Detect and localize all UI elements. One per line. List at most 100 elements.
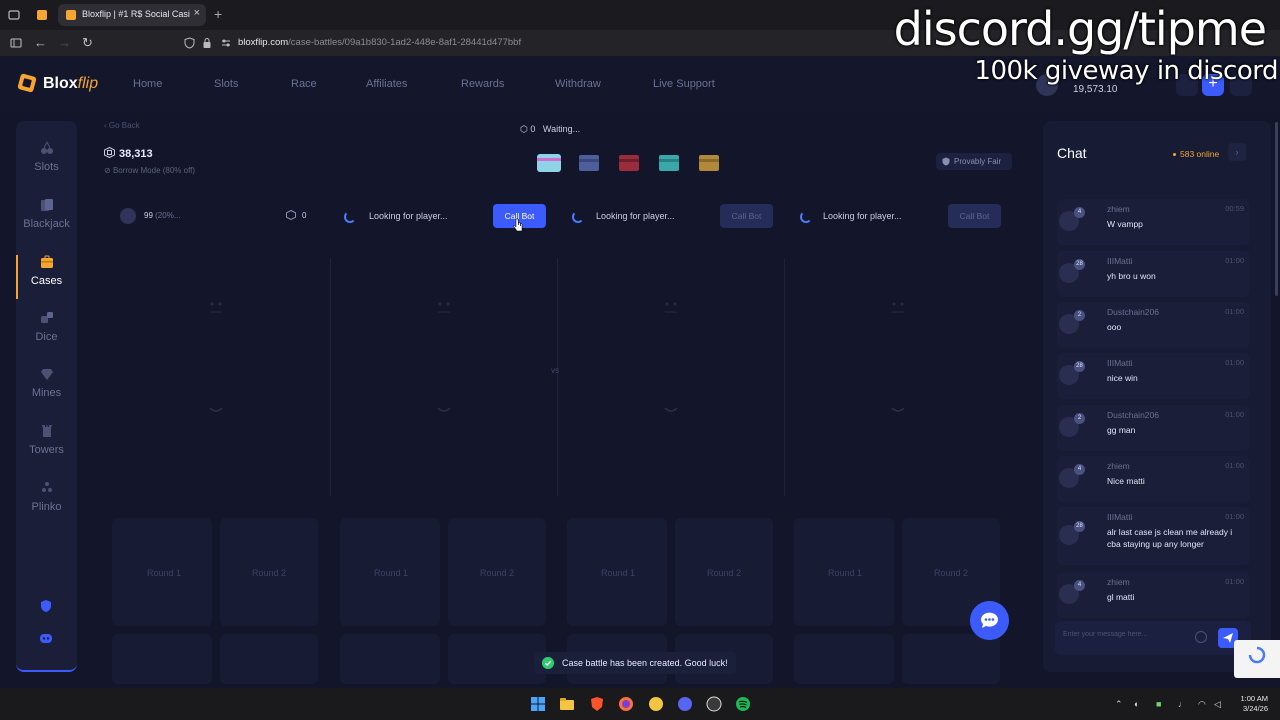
lock-icon: [203, 38, 211, 48]
sidebar-label-dice: Dice: [35, 331, 58, 343]
level-badge: 2: [1074, 310, 1085, 321]
tab-actions-icon[interactable]: [7, 8, 21, 22]
case-thumbnail-3[interactable]: [614, 146, 644, 176]
sidebar-item-blackjack[interactable]: Blackjack: [16, 198, 77, 248]
shield-icon[interactable]: [184, 37, 195, 49]
bloxflip-logo-icon[interactable]: [16, 72, 38, 94]
nav-withdraw[interactable]: Withdraw: [555, 78, 601, 90]
call-bot-button-4[interactable]: Call Bot: [948, 204, 1001, 228]
nav-rewards[interactable]: Rewards: [461, 78, 504, 90]
round-status: ⬡ 0 Waiting...: [520, 124, 580, 135]
round-label: Round 1: [374, 568, 409, 578]
chat-message-input[interactable]: [1063, 631, 1193, 638]
tray-app-icon[interactable]: ■: [1156, 699, 1161, 709]
borrow-mode-text: Borrow Mode (80% off): [112, 166, 196, 175]
nav-affiliates[interactable]: Affiliates: [366, 78, 407, 90]
sidebar-item-dice[interactable]: Dice: [16, 311, 77, 361]
windows-start-icon[interactable]: [530, 696, 546, 712]
volume-icon[interactable]: ◁: [1214, 699, 1221, 710]
page-scrollbar[interactable]: [1275, 122, 1278, 296]
chat-username[interactable]: zhiem: [1107, 577, 1130, 587]
sidebar-item-cases[interactable]: Cases: [16, 255, 77, 305]
sidebar-item-towers[interactable]: Towers: [16, 424, 77, 474]
nav-slots[interactable]: Slots: [214, 78, 238, 90]
brave-browser-icon[interactable]: [589, 696, 605, 712]
discord-taskbar-icon[interactable]: [677, 696, 693, 712]
spotify-icon[interactable]: [735, 696, 751, 712]
logo-main-text: Blox: [43, 75, 78, 92]
provably-fair-label: Provably Fair: [954, 157, 1002, 166]
tray-overflow-icon[interactable]: ⌃: [1115, 699, 1123, 710]
chat-username[interactable]: Dustchain206: [1107, 307, 1159, 317]
new-tab-icon[interactable]: +: [214, 6, 222, 22]
back-arrow-icon[interactable]: ←: [34, 35, 47, 50]
tab-bloxflip[interactable]: Bloxflip | #1 R$ Social Casino & ×: [58, 4, 206, 26]
obs-icon[interactable]: [706, 696, 722, 712]
provably-fair-button[interactable]: Provably Fair: [936, 153, 1012, 170]
go-back-link[interactable]: ‹ Go Back: [104, 121, 140, 130]
placeholder-face-icon: [891, 407, 905, 412]
support-chat-button[interactable]: [970, 601, 1009, 640]
firefox-icon[interactable]: [618, 696, 634, 712]
chat-username[interactable]: IIIMatti: [1107, 256, 1133, 266]
forward-arrow-icon[interactable]: →: [58, 35, 71, 50]
round-label: Round 2: [252, 568, 287, 578]
microphone-icon[interactable]: ♩: [1178, 699, 1187, 709]
call-bot-button-3[interactable]: Call Bot: [720, 204, 773, 228]
app-icon[interactable]: [648, 696, 664, 712]
chat-username[interactable]: zhiem: [1107, 204, 1130, 214]
column-divider: [330, 258, 331, 496]
chat-username[interactable]: Dustchain206: [1107, 410, 1159, 420]
recaptcha-badge[interactable]: [1234, 640, 1280, 678]
round-card: [448, 634, 546, 684]
close-tab-icon[interactable]: ×: [194, 7, 200, 19]
chat-title: Chat: [1057, 145, 1087, 161]
looking-for-player-3: Looking for player...: [596, 211, 675, 221]
bloxflip-favicon: [66, 10, 76, 20]
case-thumbnail-4[interactable]: [654, 146, 684, 176]
round-label: Round 1: [828, 568, 863, 578]
nav-race[interactable]: Race: [291, 78, 317, 90]
level-badge: 28: [1074, 361, 1085, 372]
sidebar-item-plinko[interactable]: Plinko: [16, 481, 77, 531]
emoji-icon[interactable]: [1195, 631, 1207, 643]
chat-username[interactable]: IIIMatti: [1107, 358, 1133, 368]
taskbar-clock[interactable]: 1:00 AM 3/24/26: [1238, 694, 1268, 714]
bloxflip-logo-text[interactable]: Bloxflip: [43, 75, 98, 93]
case-thumbnail-5[interactable]: [694, 146, 724, 176]
chat-time: 01:00: [1225, 461, 1244, 470]
sidebar-item-mines[interactable]: Mines: [16, 367, 77, 417]
chat-message: 28 IIIMatti 01:00 alr last case js clean…: [1057, 507, 1250, 565]
chat-username[interactable]: IIIMatti: [1107, 512, 1133, 522]
nav-home[interactable]: Home: [133, 78, 162, 90]
chat-message: 4 zhiem 01:00 gl matti: [1057, 572, 1250, 618]
chat-time: 01:00: [1225, 577, 1244, 586]
chat-username[interactable]: zhiem: [1107, 461, 1130, 471]
file-explorer-icon[interactable]: [559, 696, 575, 712]
wifi-icon[interactable]: ◠: [1198, 699, 1206, 710]
overlay-discord-text: discord.gg/tipme: [893, 2, 1267, 56]
reload-icon[interactable]: ↻: [82, 35, 93, 51]
level-badge: 2: [1074, 413, 1085, 424]
chat-time: 01:00: [1225, 256, 1244, 265]
chat-time: 01:00: [1225, 358, 1244, 367]
player-slots-waiting: Looking for player... Looking for player…: [100, 204, 1000, 228]
discord-icon[interactable]: [39, 633, 53, 644]
nav-live-support[interactable]: Live Support: [653, 78, 715, 90]
pinned-tab-icon[interactable]: [35, 8, 49, 22]
collapse-chat-button[interactable]: ›: [1228, 143, 1246, 161]
sidebar-item-slots[interactable]: Slots: [16, 141, 77, 191]
tray-app-icon[interactable]: ◐: [1134, 699, 1139, 709]
clock-time: 1:00 AM: [1240, 694, 1268, 703]
level-badge: 4: [1074, 207, 1085, 218]
sidebar-toggle-icon[interactable]: [10, 37, 22, 49]
site-settings-icon[interactable]: [220, 37, 232, 49]
windows-taskbar: ⌃ ◐ ■ ♩ ◠ ◁ 1:00 AM 3/24/26: [0, 688, 1280, 720]
active-indicator: [16, 255, 18, 299]
clock-date: 3/24/26: [1242, 704, 1268, 713]
chat-input-box: [1055, 621, 1251, 655]
case-thumbnail-1[interactable]: [534, 146, 564, 176]
case-thumbnail-2[interactable]: [574, 146, 604, 176]
chat-message: 4 zhiem 01:00 Nice matti: [1057, 456, 1250, 502]
shield-badge-icon[interactable]: [40, 599, 52, 613]
